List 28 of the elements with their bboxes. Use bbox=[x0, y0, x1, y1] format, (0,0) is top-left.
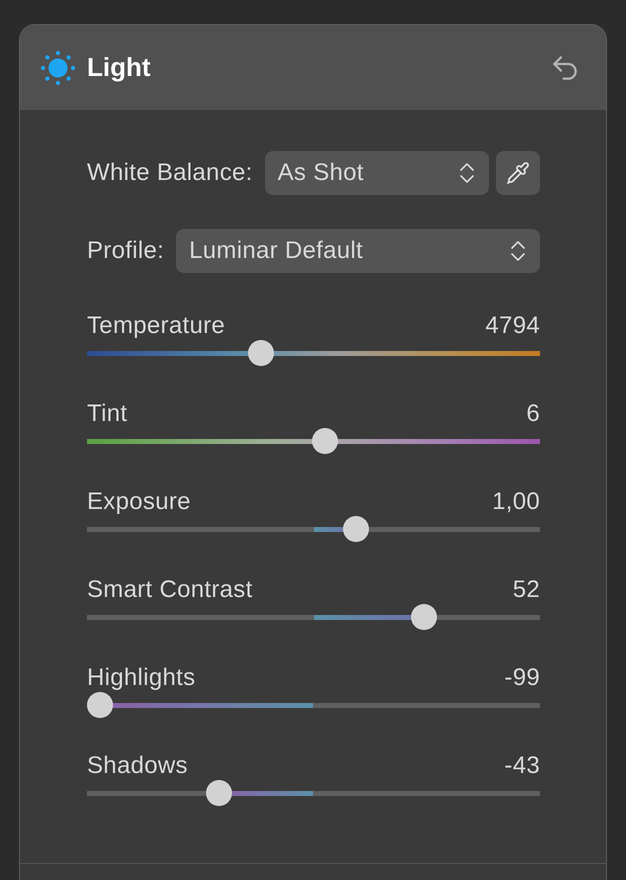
slider-label: Shadows bbox=[87, 753, 188, 779]
panel-title: Light bbox=[87, 51, 151, 84]
slider-value: 1,00 bbox=[492, 489, 540, 515]
slider-thumb[interactable] bbox=[87, 692, 114, 718]
sun-icon bbox=[40, 50, 76, 86]
slider-label: Highlights bbox=[87, 665, 196, 691]
eyedropper-button[interactable] bbox=[496, 151, 540, 195]
up-down-chevron-icon bbox=[510, 240, 526, 262]
slider-value: 52 bbox=[512, 577, 540, 603]
slider-label: Smart Contrast bbox=[87, 577, 253, 603]
eyedropper-icon bbox=[506, 161, 530, 185]
up-down-chevron-icon bbox=[459, 162, 475, 184]
slider-value: 4794 bbox=[485, 313, 540, 339]
slider-thumb[interactable] bbox=[248, 340, 274, 366]
slider-value: -99 bbox=[504, 665, 540, 691]
dropdown[interactable]: Luminar Default bbox=[176, 229, 540, 273]
dropdown[interactable]: As Shot bbox=[264, 151, 489, 195]
slider-thumb[interactable] bbox=[411, 604, 438, 630]
slider-value: 6 bbox=[526, 401, 540, 427]
slider-thumb[interactable] bbox=[206, 780, 232, 806]
balance-mode-label: White Balance: bbox=[87, 158, 253, 188]
slider-thumb[interactable] bbox=[342, 516, 369, 542]
slider-label: Tint bbox=[87, 401, 128, 427]
slider-label: Exposure bbox=[87, 489, 191, 515]
profile-label: Profile: bbox=[87, 236, 164, 266]
slider-value: -43 bbox=[504, 753, 540, 779]
slider-thumb[interactable] bbox=[312, 428, 338, 454]
slider-label: Temperature bbox=[87, 313, 226, 339]
